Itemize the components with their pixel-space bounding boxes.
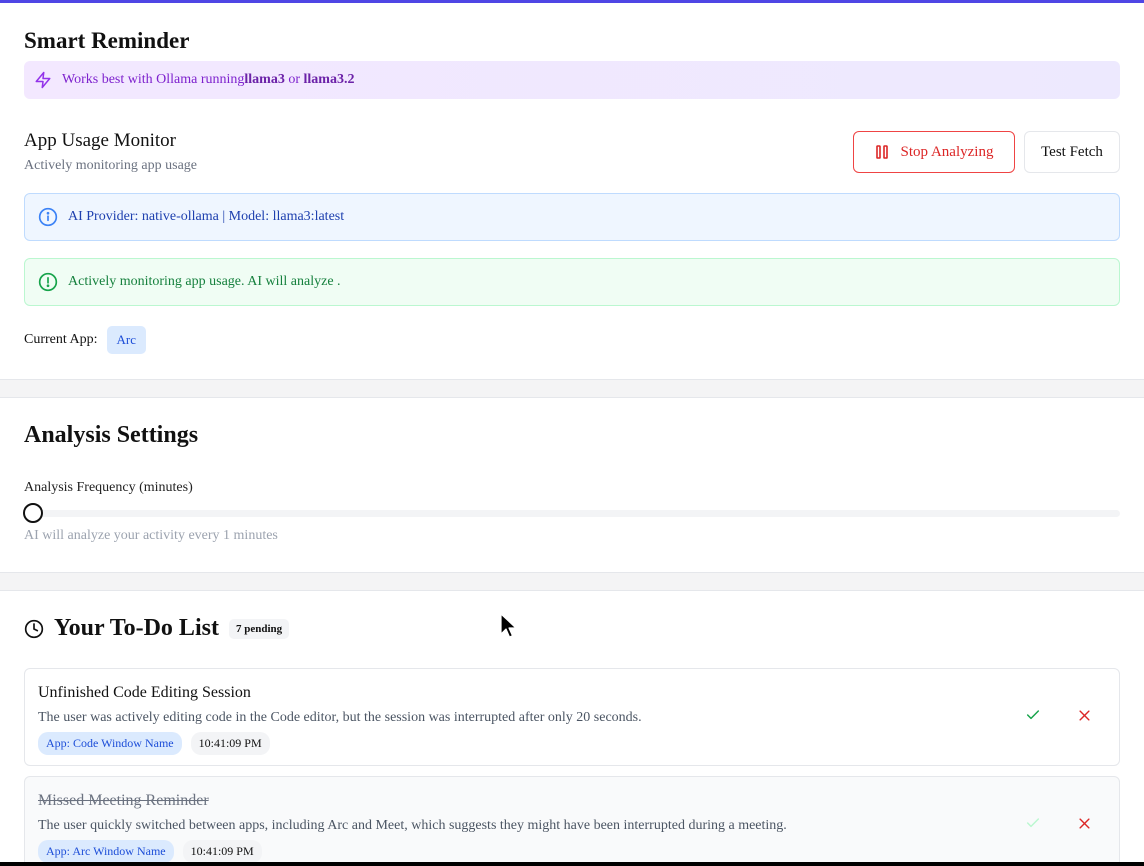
provider-info-alert: AI Provider: native-ollama | Model: llam… [24, 193, 1120, 241]
check-icon[interactable] [1025, 707, 1041, 723]
stop-analyzing-button[interactable]: Stop Analyzing [853, 131, 1015, 173]
pending-count-badge: 7 pending [228, 618, 290, 639]
monitoring-status-alert: Actively monitoring app usage. AI will a… [24, 258, 1120, 306]
todo-item-actions [1025, 815, 1092, 831]
smart-reminder-card: Smart Reminder Works best with Ollama ru… [0, 3, 1144, 380]
x-icon[interactable] [1077, 708, 1092, 723]
current-app-badge: Arc [106, 326, 146, 354]
todo-title: Your To-Do List [54, 615, 219, 641]
clock-icon [24, 619, 44, 639]
mouse-cursor-icon [500, 613, 518, 644]
todo-item-meta: App: Arc Window Name 10:41:09 PM [38, 840, 262, 862]
hint-or: or [284, 72, 304, 87]
todo-item-time: 10:41:09 PM [190, 732, 270, 755]
analysis-settings-title: Analysis Settings [24, 422, 199, 448]
hint-model-llama3: llama3 [244, 72, 285, 87]
todo-item-meta: App: Code Window Name 10:41:09 PM [38, 732, 270, 755]
stop-analyzing-label: Stop Analyzing [900, 143, 994, 160]
todo-item-app-tag: App: Code Window Name [38, 732, 182, 755]
todo-item-description: The user quickly switched between apps, … [38, 818, 787, 833]
current-app-label: Current App: [24, 332, 98, 347]
frequency-label: Analysis Frequency (minutes) [24, 480, 193, 495]
pause-icon [875, 144, 889, 160]
hint-model-llama32: llama3.2 [303, 72, 355, 87]
frequency-slider[interactable] [23, 503, 1120, 523]
hint-prefix: Works best with Ollama running [62, 72, 245, 87]
monitoring-status-text: Actively monitoring app usage. AI will a… [68, 274, 341, 289]
analysis-settings-card: Analysis Settings Analysis Frequency (mi… [0, 397, 1144, 573]
bottom-edge-bar [0, 862, 1144, 866]
app-usage-monitor-header: App Usage Monitor Actively monitoring ap… [24, 130, 197, 174]
info-icon [38, 207, 58, 227]
todo-header: Your To-Do List 7 pending [24, 615, 290, 642]
lightning-icon [34, 71, 52, 89]
ollama-hint-banner: Works best with Ollama running llama3 or… [24, 61, 1120, 99]
current-app-row: Current App: Arc [24, 326, 146, 354]
alert-circle-icon [38, 272, 58, 292]
frequency-help-text: AI will analyze your activity every 1 mi… [24, 528, 278, 543]
todo-list-card: Your To-Do List 7 pending Unfinished Cod… [0, 590, 1144, 862]
smart-reminder-title: Smart Reminder [24, 28, 190, 53]
todo-item[interactable]: Unfinished Code Editing Session The user… [24, 668, 1120, 766]
provider-info-text: AI Provider: native-ollama | Model: llam… [68, 209, 345, 224]
todo-item-time: 10:41:09 PM [182, 840, 262, 862]
todo-item-description: The user was actively editing code in th… [38, 710, 642, 725]
app-usage-monitor-subtitle: Actively monitoring app usage [24, 158, 198, 173]
todo-item[interactable]: Missed Meeting Reminder The user quickly… [24, 776, 1120, 862]
x-icon[interactable] [1077, 816, 1092, 831]
todo-item-title: Unfinished Code Editing Session [38, 684, 251, 701]
todo-item-app-tag: App: Arc Window Name [38, 840, 174, 862]
test-fetch-button[interactable]: Test Fetch [1024, 131, 1120, 173]
check-icon[interactable] [1025, 815, 1041, 831]
frequency-slider-thumb[interactable] [23, 503, 43, 523]
app-usage-monitor-title: App Usage Monitor [24, 130, 176, 151]
todo-item-actions [1025, 707, 1092, 723]
todo-item-title: Missed Meeting Reminder [38, 792, 209, 809]
